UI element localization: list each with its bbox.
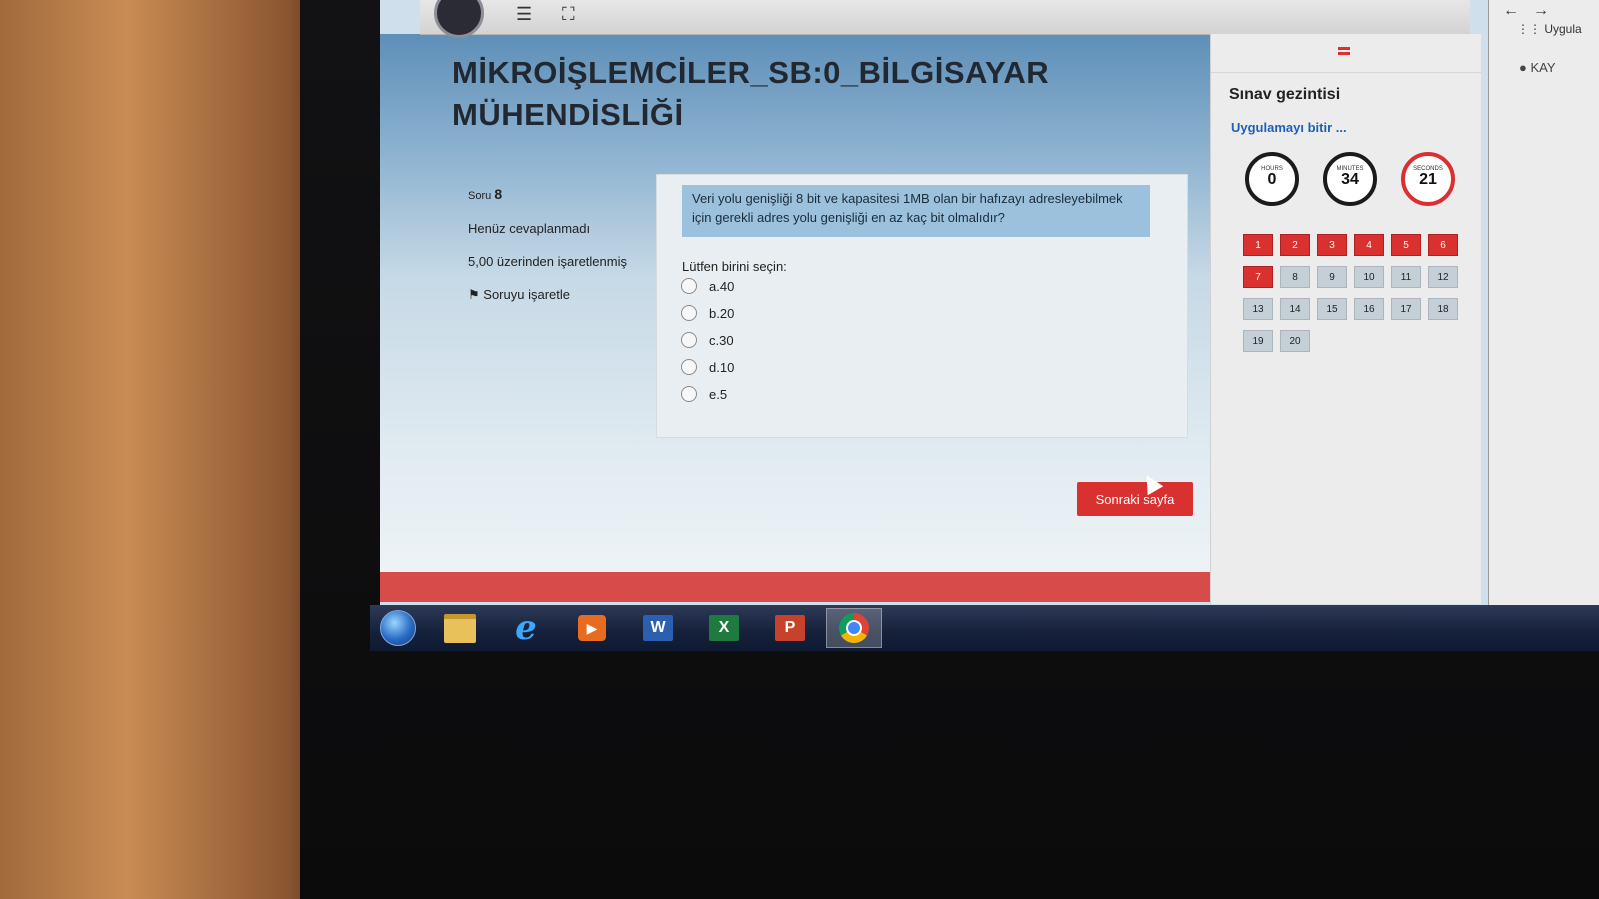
answer-option-label: c.30 <box>709 332 734 348</box>
taskbar-excel[interactable]: X <box>696 608 752 648</box>
question-status: Henüz cevaplanmadı <box>468 221 591 236</box>
question-button[interactable]: 19 <box>1243 330 1273 352</box>
question-number-value: 8 <box>494 186 503 202</box>
menu-icon[interactable]: ☰ <box>516 4 532 24</box>
taskbar-chrome[interactable] <box>826 608 882 648</box>
browser-side-panel: ← → ⋮⋮ Uygula ● KAY <box>1488 0 1599 612</box>
question-button[interactable]: 20 <box>1280 330 1310 352</box>
timer-hours-value: 0 <box>1267 171 1277 188</box>
flag-question-label: Soruyu işaretle <box>483 287 570 302</box>
top-navbar: ☰ ⛶ <box>420 0 1470 38</box>
question-button[interactable]: 8 <box>1280 266 1310 288</box>
radio-button[interactable] <box>681 332 697 348</box>
question-button[interactable]: 16 <box>1354 298 1384 320</box>
question-text: Veri yolu genişliği 8 bit ve kapasitesi … <box>682 185 1150 237</box>
question-button[interactable]: 10 <box>1354 266 1384 288</box>
question-button[interactable]: 12 <box>1428 266 1458 288</box>
taskbar-word[interactable]: W <box>630 608 686 648</box>
flag-icon: ⚑ <box>468 287 480 302</box>
file-explorer-icon <box>444 613 476 643</box>
answer-prompt: Lütfen birini seçin: <box>682 259 787 274</box>
timer-minutes-value: 34 <box>1341 171 1359 188</box>
question-button[interactable]: 6 <box>1428 234 1458 256</box>
answer-option-c[interactable]: c.30 <box>681 329 734 351</box>
quiz-navigation-sidebar: Sınav gezintisi Uygulamayı bitir ... HOU… <box>1210 34 1481 604</box>
question-button[interactable]: 14 <box>1280 298 1310 320</box>
excel-icon: X <box>709 615 739 641</box>
apps-shortcut[interactable]: ⋮⋮ Uygula <box>1517 22 1582 36</box>
forward-arrow-icon[interactable]: → <box>1533 2 1549 20</box>
recording-indicator: ● KAY <box>1519 60 1556 75</box>
timer-seconds-value: 21 <box>1419 171 1437 188</box>
radio-button[interactable] <box>681 278 697 294</box>
answer-option-label: e.5 <box>709 386 728 402</box>
apps-label: Uygula <box>1544 22 1582 36</box>
taskbar-ie[interactable]: e <box>498 608 554 648</box>
browser-screen: MİKROİŞLEMCİLER_SB:0_BİLGİSAYAR MÜHENDİS… <box>380 0 1599 612</box>
question-button[interactable]: 11 <box>1391 266 1421 288</box>
question-button[interactable]: 7 <box>1243 266 1273 288</box>
media-player-icon: ▶ <box>578 615 606 641</box>
word-icon: W <box>643 615 673 641</box>
recording-label: KAY <box>1530 60 1556 75</box>
question-button[interactable]: 15 <box>1317 298 1347 320</box>
question-button[interactable]: 5 <box>1391 234 1421 256</box>
question-button[interactable]: 13 <box>1243 298 1273 320</box>
chrome-icon <box>839 613 869 643</box>
back-arrow-icon[interactable]: ← <box>1503 2 1519 20</box>
record-dot-icon: ● <box>1519 60 1527 75</box>
timer-minutes: MINUTES 34 <box>1323 152 1377 206</box>
footer-bar <box>380 572 1260 602</box>
start-button[interactable] <box>370 608 426 648</box>
question-button[interactable]: 3 <box>1317 234 1347 256</box>
question-number-label: Soru <box>468 190 492 202</box>
internet-explorer-icon: e <box>515 608 537 648</box>
answer-option-a[interactable]: a.40 <box>681 275 734 297</box>
taskbar-media-player[interactable]: ▶ <box>564 608 620 648</box>
question-button[interactable]: 1 <box>1243 234 1273 256</box>
sidebar-header <box>1211 34 1481 73</box>
next-page-button[interactable]: Sonraki sayfa <box>1077 482 1193 516</box>
question-button[interactable]: 17 <box>1391 298 1421 320</box>
windows-taskbar: e ▶ W X P <box>370 605 1599 651</box>
answer-option-label: b.20 <box>709 305 735 321</box>
question-button[interactable]: 2 <box>1280 234 1310 256</box>
fullscreen-icon[interactable]: ⛶ <box>562 4 575 24</box>
flag-question-link[interactable]: ⚑ Soruyu işaretle <box>468 285 628 305</box>
question-number: Soru 8 <box>468 184 628 206</box>
taskbar-explorer[interactable] <box>432 608 488 648</box>
radio-button[interactable] <box>681 359 697 375</box>
question-button[interactable]: 9 <box>1317 266 1347 288</box>
answer-option-label: a.40 <box>709 278 735 294</box>
university-logo[interactable] <box>434 0 484 38</box>
finish-attempt-link[interactable]: Uygulamayı bitir ... <box>1231 120 1347 135</box>
radio-button[interactable] <box>681 305 697 321</box>
answer-option-d[interactable]: d.10 <box>681 356 734 378</box>
radio-button[interactable] <box>681 386 697 402</box>
question-info-panel: Soru 8 Henüz cevaplanmadı 5,00 üzerinden… <box>468 184 628 318</box>
question-button[interactable]: 4 <box>1354 234 1384 256</box>
powerpoint-icon: P <box>775 615 805 641</box>
question-marks: 5,00 üzerinden işaretlenmiş <box>468 254 627 269</box>
windows-start-icon <box>380 610 416 646</box>
quiz-navigation-title: Sınav gezintisi <box>1229 86 1341 103</box>
answer-option-e[interactable]: e.5 <box>681 383 727 405</box>
exam-main-panel: MİKROİŞLEMCİLER_SB:0_BİLGİSAYAR MÜHENDİS… <box>380 34 1260 574</box>
question-button[interactable]: 18 <box>1428 298 1458 320</box>
page-title: MİKROİŞLEMCİLER_SB:0_BİLGİSAYAR MÜHENDİS… <box>452 55 1050 132</box>
question-card: Veri yolu genişliği 8 bit ve kapasitesi … <box>656 174 1188 438</box>
answer-option-b[interactable]: b.20 <box>681 302 734 324</box>
timer-seconds: SECONDS 21 <box>1401 152 1455 206</box>
timer-hours: HOURS 0 <box>1245 152 1299 206</box>
apps-grid-icon: ⋮⋮ <box>1517 22 1541 36</box>
taskbar-powerpoint[interactable]: P <box>762 608 818 648</box>
sidebar-toggle-icon[interactable] <box>1338 47 1350 55</box>
answer-option-label: d.10 <box>709 359 735 375</box>
